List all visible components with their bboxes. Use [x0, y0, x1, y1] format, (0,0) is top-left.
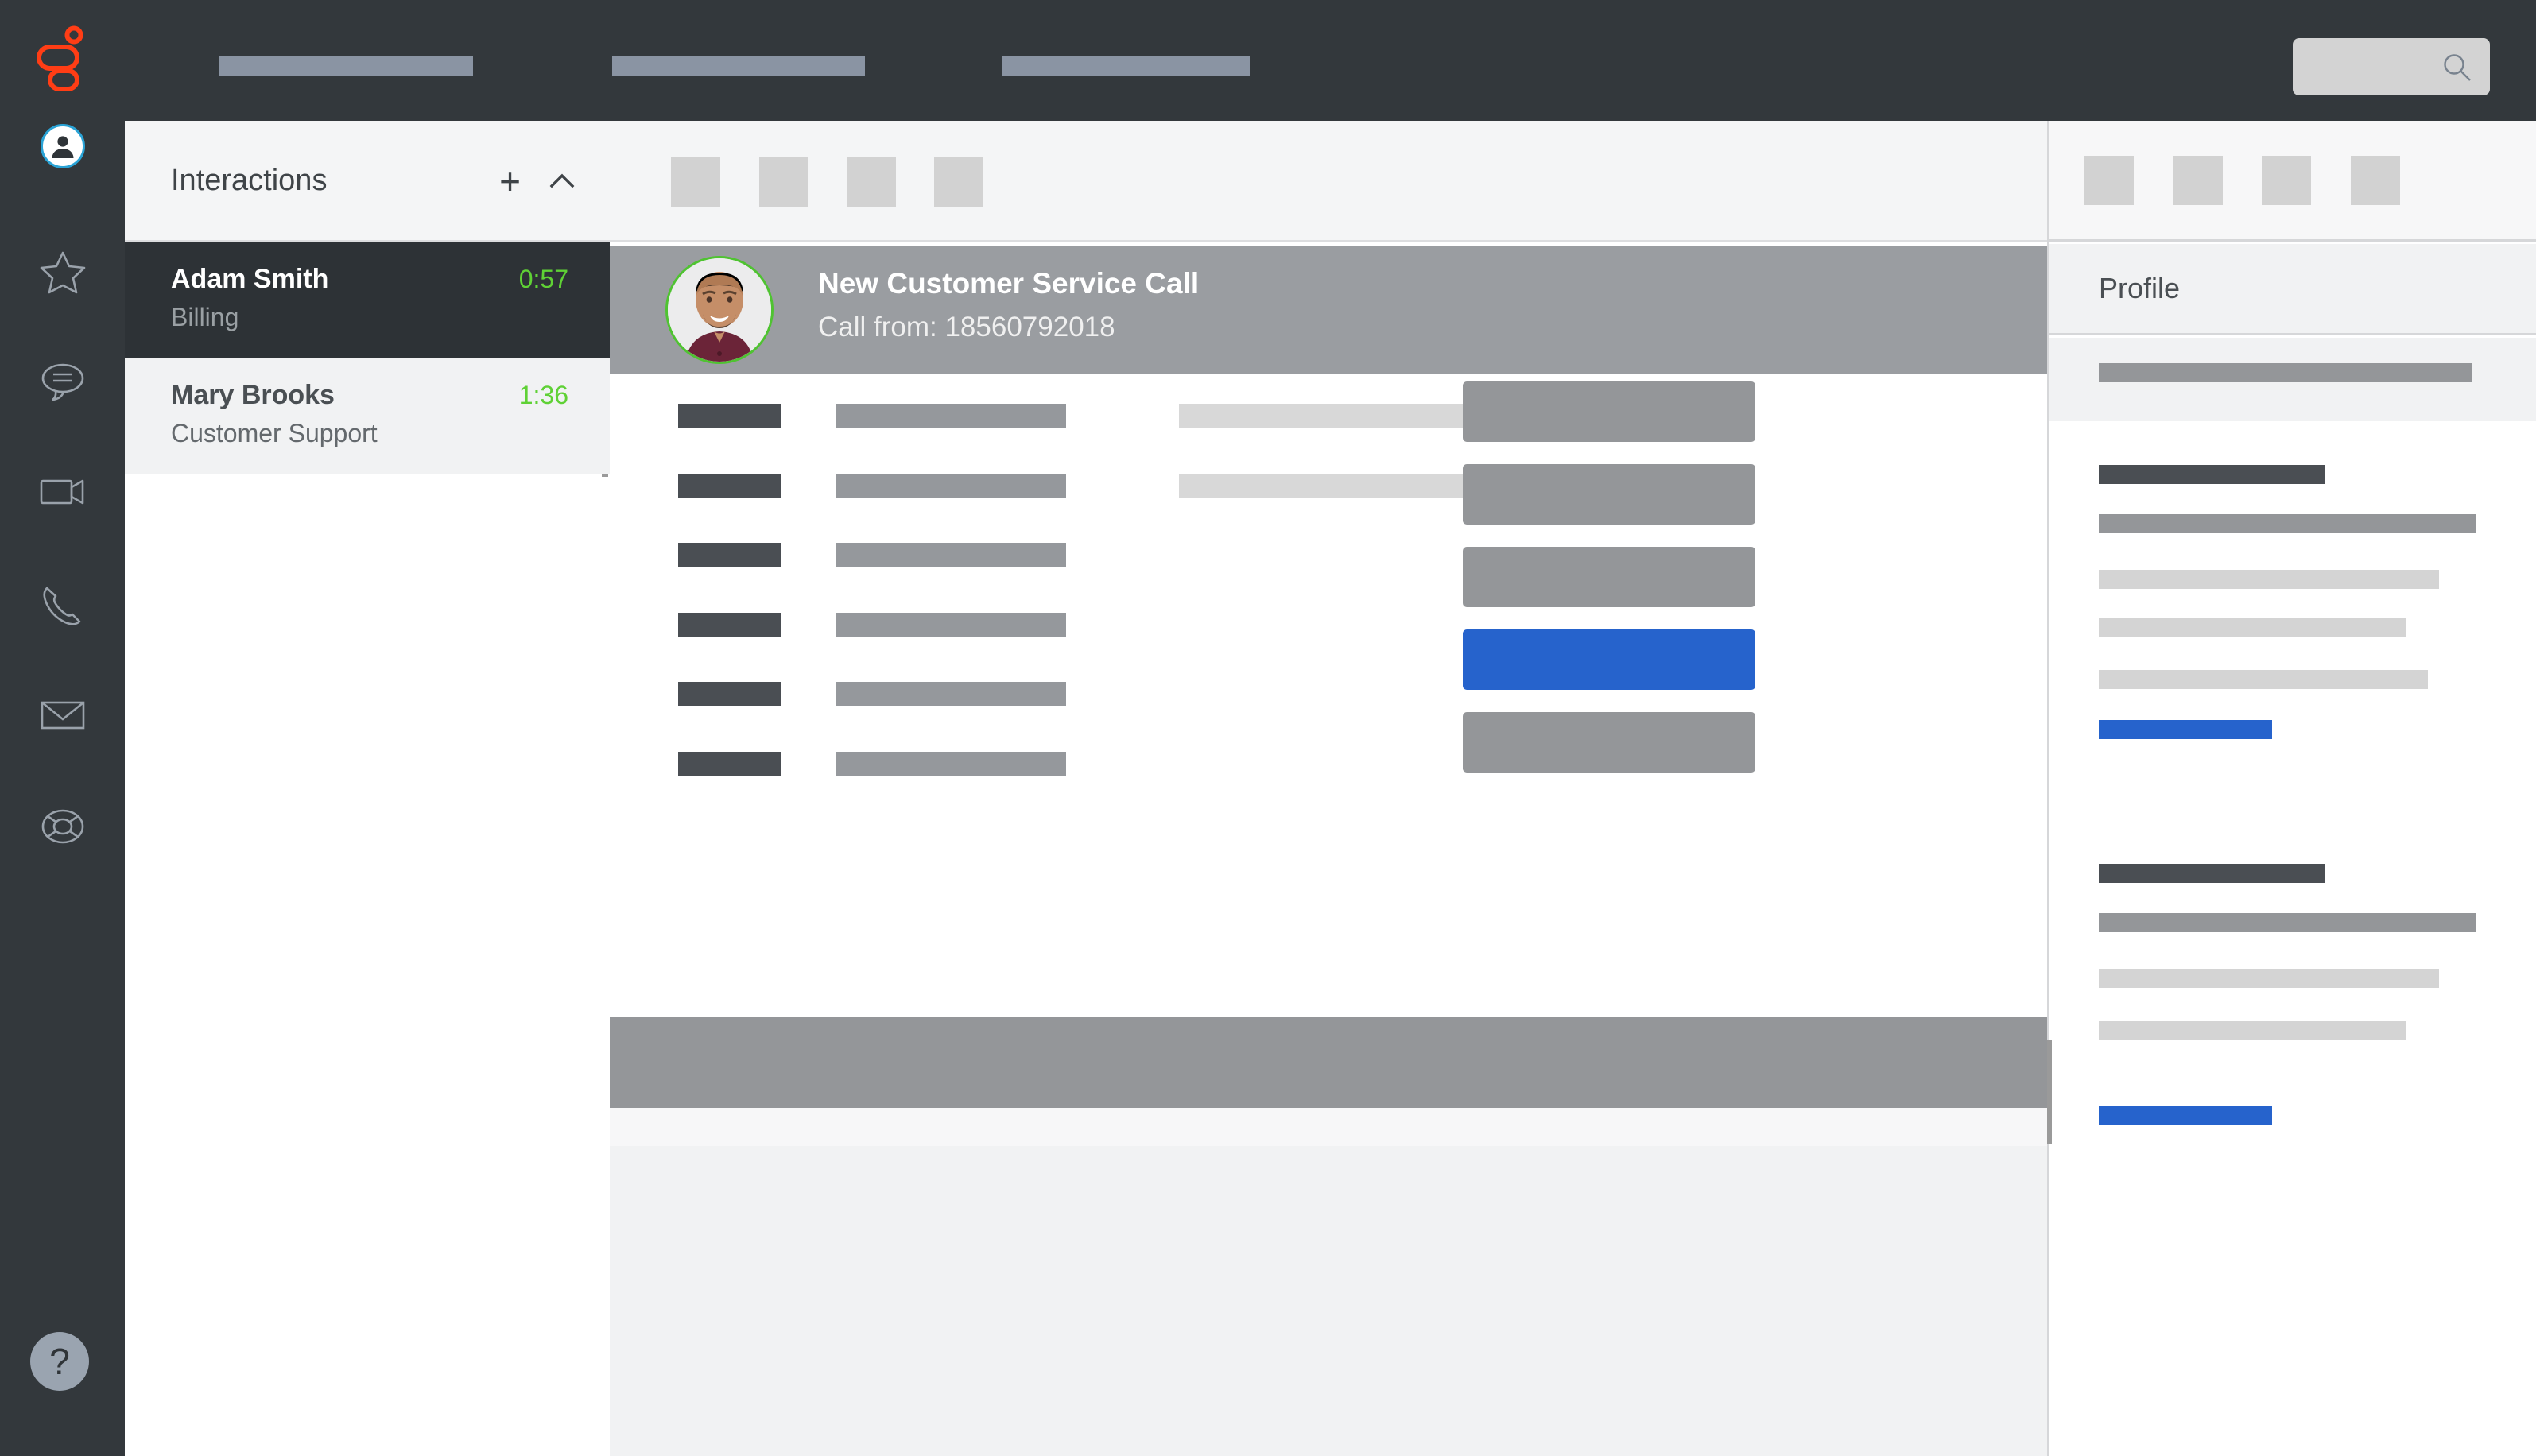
interaction-name: Mary Brooks	[171, 380, 335, 410]
main-content-panel: New Customer Service Call Call from: 185…	[610, 121, 2047, 1456]
skeleton-label	[678, 474, 781, 498]
sidebar-item-messages[interactable]	[0, 343, 125, 420]
skeleton-field[interactable]	[836, 613, 1066, 637]
skeleton-row	[610, 752, 2047, 776]
profile-action-2-placeholder[interactable]	[2173, 156, 2223, 205]
skeleton-field[interactable]	[836, 474, 1066, 498]
skeleton-field[interactable]	[836, 543, 1066, 567]
skeleton-field[interactable]	[836, 682, 1066, 706]
skeleton-row	[610, 474, 2047, 498]
action-button-2[interactable]	[1463, 464, 1755, 525]
skeleton-row	[610, 404, 2047, 428]
vonage-logo-icon[interactable]	[33, 25, 89, 91]
envelope-icon	[41, 701, 84, 730]
app-root: ? Interactions + Adam Smith 0:57 Billing	[0, 0, 2536, 1456]
sidebar-item-calls[interactable]	[0, 566, 125, 642]
bottom-content-panel	[610, 1146, 2047, 1456]
skeleton-label	[678, 404, 781, 428]
top-header-bar	[0, 0, 2536, 121]
interactions-panel: Interactions + Adam Smith 0:57 Billing M…	[125, 121, 610, 1456]
action-button-5[interactable]	[1463, 712, 1755, 773]
help-button[interactable]: ?	[30, 1332, 89, 1391]
call-header-banner: New Customer Service Call Call from: 185…	[610, 246, 2047, 374]
interaction-name: Adam Smith	[171, 264, 329, 294]
profile-field-placeholder	[2099, 1021, 2406, 1040]
chevron-up-icon[interactable]	[548, 167, 576, 196]
interaction-queue: Customer Support	[171, 419, 378, 447]
profile-action-4-placeholder[interactable]	[2351, 156, 2400, 205]
profile-action-1-placeholder[interactable]	[2084, 156, 2134, 205]
profile-field-placeholder	[2099, 913, 2476, 932]
form-skeleton	[610, 374, 2047, 776]
skeleton-row	[610, 613, 2047, 637]
profile-name-placeholder	[2099, 363, 2472, 382]
toolbar-action-3-placeholder[interactable]	[847, 157, 896, 207]
profile-toolbar	[2049, 121, 2536, 242]
skeleton-label	[678, 752, 781, 776]
profile-panel: Profile	[2047, 121, 2536, 1456]
profile-panel-scrollbar[interactable]	[2047, 1040, 2052, 1144]
sidebar-item-video[interactable]	[0, 453, 125, 529]
page-title: Profile	[2099, 272, 2181, 304]
sidebar-item-mail[interactable]	[0, 677, 125, 753]
profile-subheader	[2049, 338, 2536, 421]
action-button-primary[interactable]	[1463, 629, 1755, 690]
call-subtitle: Call from: 18560792018	[818, 312, 1115, 343]
call-title: New Customer Service Call	[818, 267, 1200, 300]
left-icon-rail: ?	[0, 121, 125, 1456]
nav-item-2-placeholder[interactable]	[612, 56, 865, 76]
skeleton-row	[610, 682, 2047, 706]
toolbar-action-2-placeholder[interactable]	[759, 157, 808, 207]
chat-bubble-icon	[41, 363, 83, 401]
skeleton-field[interactable]	[836, 752, 1066, 776]
main-toolbar	[610, 121, 2047, 242]
profile-section-1-heading	[2099, 465, 2325, 484]
skeleton-label	[678, 613, 781, 637]
skeleton-row	[610, 543, 2047, 567]
toolbar-action-1-placeholder[interactable]	[671, 157, 720, 207]
star-icon	[40, 251, 85, 294]
profile-action-3-placeholder[interactable]	[2262, 156, 2311, 205]
profile-field-placeholder	[2099, 670, 2428, 689]
search-icon[interactable]	[2442, 52, 2472, 83]
profile-field-placeholder	[2099, 570, 2439, 589]
lifebuoy-icon	[41, 809, 83, 844]
caller-avatar	[665, 256, 774, 364]
skeleton-field[interactable]	[836, 404, 1066, 428]
profile-section-2-heading	[2099, 864, 2325, 883]
toolbar-action-4-placeholder[interactable]	[934, 157, 983, 207]
panel-title: Interactions	[171, 163, 328, 197]
profile-field-placeholder	[2099, 514, 2476, 533]
section-subheader	[610, 1108, 2047, 1146]
list-item[interactable]: Mary Brooks 1:36 Customer Support	[125, 358, 610, 474]
call-info: New Customer Service Call Call from: 185…	[818, 267, 1199, 343]
interaction-timer: 1:36	[518, 381, 568, 409]
primary-nav	[219, 56, 1250, 76]
sidebar-item-profile[interactable]	[0, 108, 125, 184]
skeleton-label	[678, 543, 781, 567]
sidebar-item-support[interactable]	[0, 788, 125, 865]
skeleton-label	[678, 682, 781, 706]
question-mark-icon: ?	[49, 1341, 70, 1382]
nav-item-1-placeholder[interactable]	[219, 56, 473, 76]
profile-link-2[interactable]	[2099, 1106, 2272, 1125]
profile-field-placeholder	[2099, 969, 2439, 988]
interactions-header-actions: +	[499, 121, 576, 242]
section-header-bar	[610, 1017, 2047, 1108]
add-interaction-button[interactable]: +	[499, 163, 521, 199]
sidebar-item-favorites[interactable]	[0, 234, 125, 310]
video-camera-icon	[40, 479, 83, 505]
profile-link-1[interactable]	[2099, 720, 2272, 739]
user-avatar-icon	[40, 124, 85, 168]
phone-icon	[42, 587, 80, 625]
interactions-header: Interactions +	[125, 121, 610, 242]
list-item[interactable]: Adam Smith 0:57 Billing	[125, 242, 610, 477]
profile-header: Profile	[2049, 244, 2536, 335]
profile-field-placeholder	[2099, 618, 2406, 637]
nav-item-3-placeholder[interactable]	[1002, 56, 1250, 76]
interaction-timer: 0:57	[518, 265, 568, 293]
action-button-1[interactable]	[1463, 381, 1755, 442]
interaction-queue: Billing	[171, 303, 239, 331]
action-button-3[interactable]	[1463, 547, 1755, 607]
